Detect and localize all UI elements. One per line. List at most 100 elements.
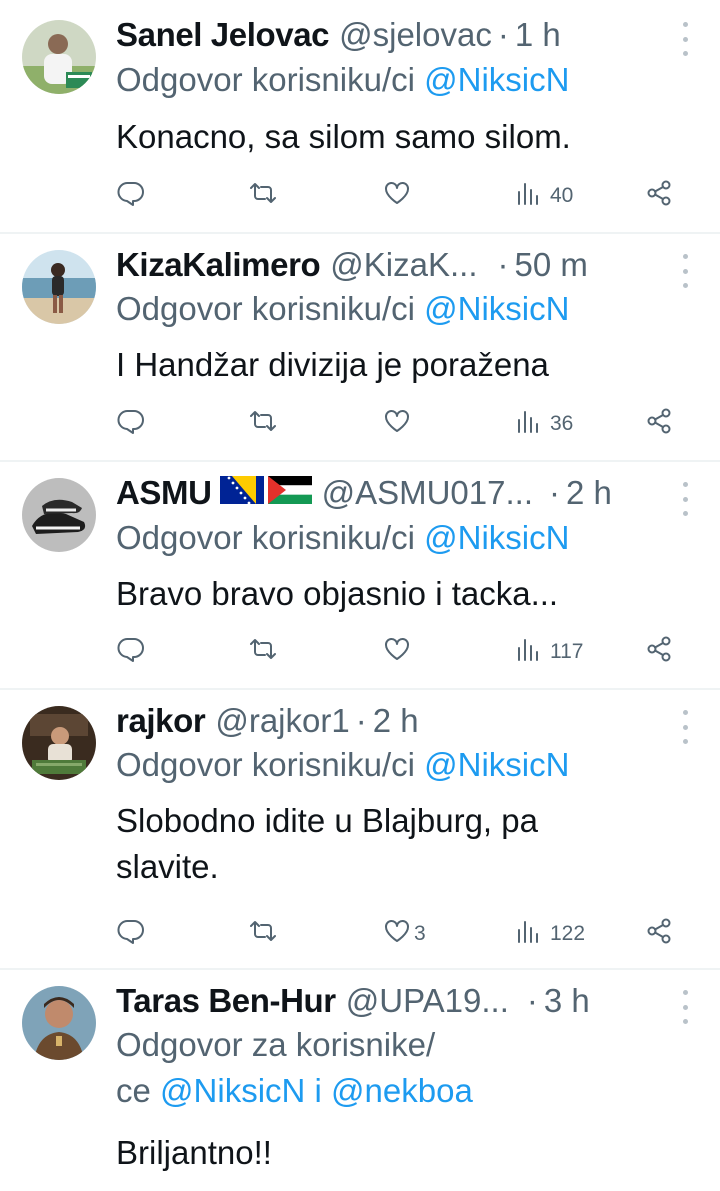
share-button[interactable] xyxy=(644,404,674,444)
views-button[interactable]: 40 xyxy=(514,176,573,216)
views-count: 117 xyxy=(550,640,584,663)
share-button[interactable] xyxy=(644,176,674,216)
retweet-button[interactable] xyxy=(248,914,278,954)
action-bar: 117 xyxy=(0,632,720,672)
share-icon xyxy=(644,916,674,952)
heart-icon xyxy=(382,634,412,670)
author-name[interactable]: ASMU xyxy=(116,468,212,518)
views-button[interactable]: 36 xyxy=(514,404,573,444)
views-button[interactable]: 122 xyxy=(514,914,585,954)
more-icon[interactable] xyxy=(680,710,690,744)
like-button[interactable] xyxy=(382,632,412,672)
tweet-text-line: slavite. xyxy=(116,848,219,885)
retweet-icon xyxy=(248,406,278,442)
reply-button[interactable] xyxy=(116,176,146,216)
reply-prefix: ce xyxy=(116,1072,151,1109)
tweet-text: Slobodno idite u Blajburg, pa slavite. xyxy=(116,798,680,890)
avatar[interactable] xyxy=(22,20,96,94)
avatar[interactable] xyxy=(22,706,96,780)
tweet[interactable]: Taras Ben-Hur @UPA19... · 3 h Odgovor za… xyxy=(0,970,720,1191)
reply-prefix: Odgovor korisniku/ci xyxy=(116,746,415,783)
timestamp[interactable]: 2 h xyxy=(566,468,612,518)
like-button[interactable] xyxy=(382,176,412,216)
retweet-button[interactable] xyxy=(248,176,278,216)
tweet-text-line: I Handžar divizija je poražena xyxy=(116,346,549,383)
avatar[interactable] xyxy=(22,250,96,324)
timestamp[interactable]: 2 h xyxy=(373,696,419,746)
reply-prefix: Odgovor korisniku/ci xyxy=(116,519,415,556)
mention-joiner: i xyxy=(314,1072,322,1109)
views-button[interactable]: 117 xyxy=(514,632,583,672)
author-name[interactable]: rajkor xyxy=(116,696,206,746)
tweet-text: Bravo bravo objasnio i tacka... xyxy=(116,571,680,617)
tweet-header: Taras Ben-Hur @UPA19... · 3 h xyxy=(116,976,660,1026)
separator-dot: · xyxy=(497,16,509,53)
share-icon xyxy=(644,634,674,670)
mention-link[interactable]: @NiksicN xyxy=(424,290,569,327)
share-icon xyxy=(644,178,674,214)
reply-icon xyxy=(116,916,146,952)
tweet[interactable]: rajkor @rajkor1 · 2 h Odgovor korisniku/… xyxy=(0,690,720,968)
author-name[interactable]: KizaKalimero xyxy=(116,240,321,290)
likes-count: 3 xyxy=(414,922,426,945)
share-button[interactable] xyxy=(644,914,674,954)
tweet[interactable]: ASMU @ASMU017... · 2 h Odgovor korisniku… xyxy=(0,462,720,688)
bosnia-flag xyxy=(219,476,264,504)
tweet-text-line: Konacno, sa silom samo silom. xyxy=(116,118,571,155)
palestine-flag xyxy=(267,476,312,504)
more-icon[interactable] xyxy=(680,990,690,1024)
retweet-button[interactable] xyxy=(248,404,278,444)
heart-icon xyxy=(382,406,412,442)
author-name[interactable]: Sanel Jelovac xyxy=(116,10,330,60)
reply-icon xyxy=(116,406,146,442)
reply-button[interactable] xyxy=(116,914,146,954)
timestamp[interactable]: 1 h xyxy=(515,10,561,60)
action-bar: 36 xyxy=(0,404,720,444)
avatar[interactable] xyxy=(22,478,96,552)
share-icon xyxy=(644,406,674,442)
tweet-text: I Handžar divizija je poražena xyxy=(116,342,680,388)
action-bar: 3 122 xyxy=(0,914,720,954)
timestamp[interactable]: 3 h xyxy=(544,976,590,1026)
reply-button[interactable] xyxy=(116,404,146,444)
mention-link[interactable]: @NiksicN xyxy=(160,1072,305,1109)
tweet[interactable]: KizaKalimero @KizaK... · 50 m Odgovor ko… xyxy=(0,234,720,460)
avatar[interactable] xyxy=(22,986,96,1060)
reply-context: Odgovor korisniku/ci @NiksicN xyxy=(116,515,680,561)
tweet-header: ASMU @ASMU017... · 2 h xyxy=(116,468,660,518)
reply-button[interactable] xyxy=(116,632,146,672)
mention-link[interactable]: @nekboa xyxy=(331,1072,473,1109)
views-icon xyxy=(514,406,544,442)
author-handle[interactable]: @rajkor1 xyxy=(215,696,349,746)
more-icon[interactable] xyxy=(680,254,690,288)
timestamp[interactable]: 50 m xyxy=(515,240,588,290)
views-icon xyxy=(514,634,544,670)
author-name[interactable]: Taras Ben-Hur xyxy=(116,976,336,1026)
author-handle[interactable]: @sjelovac xyxy=(339,10,492,60)
like-button[interactable] xyxy=(382,404,412,444)
retweet-icon xyxy=(248,916,278,952)
mention-link[interactable]: @NiksicN xyxy=(424,61,569,98)
mention-link[interactable]: @NiksicN xyxy=(424,746,569,783)
more-icon[interactable] xyxy=(680,22,690,56)
tweet-text-line: Bravo bravo objasnio i tacka... xyxy=(116,575,559,612)
separator-dot: · xyxy=(497,246,509,283)
author-handle[interactable]: @KizaK... xyxy=(330,240,477,290)
separator-dot: · xyxy=(355,702,367,739)
mention-link[interactable]: @NiksicN xyxy=(424,519,569,556)
views-icon xyxy=(514,916,544,952)
tweet-header: Sanel Jelovac @sjelovac · 1 h xyxy=(116,10,660,60)
share-button[interactable] xyxy=(644,632,674,672)
author-handle[interactable]: @UPA19... xyxy=(346,976,509,1026)
like-button[interactable]: 3 xyxy=(382,914,426,954)
reply-prefix: Odgovor za korisnike/ xyxy=(116,1026,436,1063)
retweet-button[interactable] xyxy=(248,632,278,672)
tweet-text-line: Slobodno idite u Blajburg, pa xyxy=(116,802,538,839)
views-count: 40 xyxy=(550,184,574,207)
heart-icon xyxy=(382,916,412,952)
author-handle[interactable]: @ASMU017... xyxy=(322,468,533,518)
tweet-text: Briljantno!! xyxy=(116,1130,680,1176)
more-icon[interactable] xyxy=(680,482,690,516)
tweet[interactable]: Sanel Jelovac @sjelovac · 1 h Odgovor ko… xyxy=(0,0,720,232)
reply-context: Odgovor za korisnike/ ce @NiksicN i @nek… xyxy=(116,1022,680,1114)
